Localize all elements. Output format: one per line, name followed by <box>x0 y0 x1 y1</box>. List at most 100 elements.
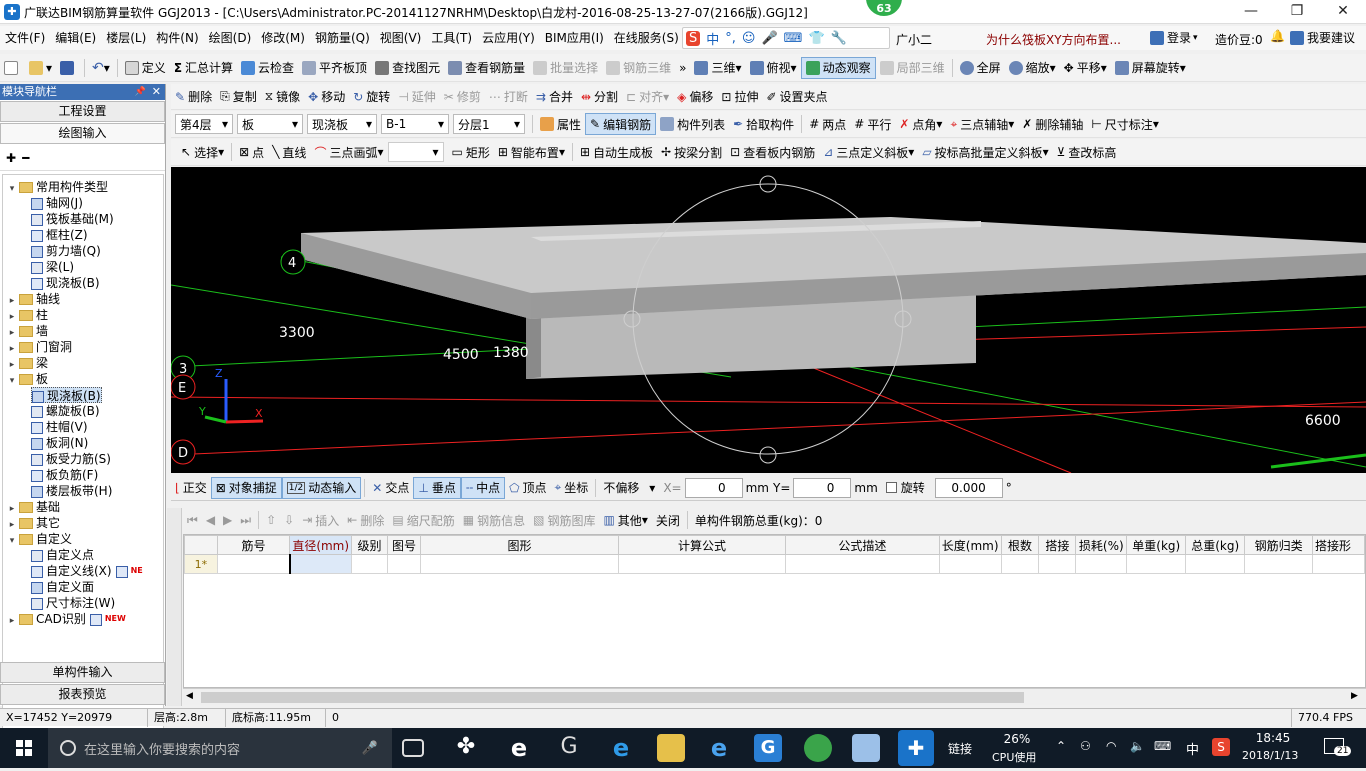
drawing-input-button[interactable]: 绘图输入 <box>0 123 165 144</box>
save-button[interactable] <box>56 57 81 79</box>
tree-item[interactable]: 尺寸标注(W) <box>31 595 115 611</box>
faq-link[interactable]: 为什么筏板XY方向布置... <box>986 31 1121 48</box>
orbit-handle-bottom[interactable] <box>759 446 777 464</box>
tree-folder[interactable]: ▸ 梁 <box>7 355 48 371</box>
last-record-icon[interactable]: ⏭ <box>236 509 255 531</box>
green-app-icon[interactable] <box>804 734 832 762</box>
delete-row-button[interactable]: ⇤ 删除 <box>343 509 388 531</box>
three-point-slope-button[interactable]: ⊿ 三点定义斜板 ▾ <box>819 141 918 163</box>
tree-item[interactable]: 现浇板(B) <box>31 275 100 291</box>
col-header-formula[interactable]: 计算公式 <box>618 535 786 555</box>
tree-folder[interactable]: ▸ 基础 <box>7 499 60 515</box>
auto-generate-slab-button[interactable]: ⊞ 自动生成板 <box>576 141 657 163</box>
stretch-button[interactable]: ⊡ 拉伸 <box>717 86 762 108</box>
batch-slope-button[interactable]: ▱ 按标高批量定义斜板 ▾ <box>918 141 1052 163</box>
col-header-length[interactable]: 长度(mm) <box>938 535 1002 555</box>
bell-icon[interactable]: 🔔 <box>1270 29 1285 43</box>
change-elevation-button[interactable]: ⊻ 查改标高 <box>1053 141 1121 163</box>
move-down-icon[interactable]: ⇩ <box>280 509 298 531</box>
select-button[interactable]: ↖ 选择 ▾ <box>177 141 228 163</box>
offset-button[interactable]: ◈ 偏移 <box>673 86 717 108</box>
file-explorer-icon[interactable] <box>657 734 685 762</box>
login-area[interactable]: 登录 ▾ <box>1150 29 1198 46</box>
glodon-app-icon[interactable]: G <box>754 734 782 762</box>
col-header-count[interactable]: 根数 <box>1000 535 1040 555</box>
cell-category[interactable] <box>1244 554 1313 574</box>
type-select[interactable]: 现浇板 ▾ <box>307 114 377 134</box>
scroll-left-icon[interactable]: ◀ <box>186 691 193 701</box>
coordinate-snap[interactable]: ⌖ 坐标 <box>551 477 593 499</box>
tree-item[interactable]: 板负筋(F) <box>31 467 98 483</box>
tree-item[interactable]: 柱帽(V) <box>31 419 88 435</box>
intersection-snap[interactable]: ✕ 交点 <box>368 477 413 499</box>
sogou-tray-icon[interactable]: S <box>1212 738 1230 756</box>
col-header-formula-desc[interactable]: 公式描述 <box>784 535 940 555</box>
menu-rebar-quantity[interactable]: 钢筋量(Q) <box>310 26 375 50</box>
properties-button[interactable]: 属性 <box>536 113 585 135</box>
menu-tools[interactable]: 工具(T) <box>426 26 477 50</box>
set-grip-button[interactable]: ✐ 设置夹点 <box>762 86 831 108</box>
tree-item[interactable]: 框柱(Z) <box>31 227 88 243</box>
rectangle-button[interactable]: ▭ 矩形 <box>448 141 494 163</box>
floor-select[interactable]: 第4层 ▾ <box>175 114 233 134</box>
3d-view-button[interactable]: 三维 ▾ <box>690 57 745 79</box>
y-input[interactable]: 0 <box>793 477 852 498</box>
fan-app-icon[interactable]: ✤ <box>452 734 480 762</box>
split-button[interactable]: ⇹ 分割 <box>577 86 622 108</box>
people-icon[interactable]: ⚇ <box>1080 739 1091 753</box>
insert-row-button[interactable]: ⇥ 插入 <box>298 509 343 531</box>
category-select[interactable]: 板 ▾ <box>237 114 303 134</box>
rebar-library-button[interactable]: ▧ 钢筋图库 <box>529 509 599 531</box>
three-point-arc-button[interactable]: ⌒ 三点画弧 ▾ <box>310 141 387 163</box>
col-header-category[interactable]: 钢筋归类 <box>1244 535 1313 555</box>
tree-folder[interactable]: ▸ 墙 <box>7 323 48 339</box>
offset-select[interactable]: 不偏移 ▾ <box>599 478 659 498</box>
top-view-button[interactable]: 俯视 ▾ <box>746 57 801 79</box>
move-button[interactable]: ✥ 移动 <box>304 86 349 108</box>
cell-count[interactable] <box>1000 554 1040 574</box>
col-header-lap[interactable]: 搭接 <box>1038 535 1077 555</box>
tree-item[interactable]: 现浇板(B) <box>31 387 102 403</box>
ime-voice-icon[interactable]: 🎤 <box>761 31 777 46</box>
link-label[interactable]: 链接 <box>948 740 972 757</box>
pin-icon[interactable]: 📌 <box>135 84 146 100</box>
rotate-button[interactable]: ↻ 旋转 <box>349 86 394 108</box>
rebar-info-button[interactable]: ▦ 钢筋信息 <box>459 509 529 531</box>
local-3d-button[interactable]: 局部三维 <box>876 57 949 79</box>
cell-formula-desc[interactable] <box>784 554 940 574</box>
expand-icon[interactable]: ▸ <box>7 613 17 629</box>
define-button[interactable]: 定义 <box>121 57 170 79</box>
cell-diameter[interactable] <box>288 554 353 574</box>
col-header-unit-weight[interactable]: 单重(kg) <box>1126 535 1187 555</box>
task-view-icon[interactable] <box>402 739 424 757</box>
find-element-button[interactable]: 查找图元 <box>371 57 444 79</box>
expand-all-icon[interactable]: ✚ <box>6 151 16 165</box>
3d-scene[interactable]: 4 3 E D 3300 4500 1380 6600 Z X Y <box>171 167 1366 473</box>
tree-folder[interactable]: ▸ CAD识别 NEW <box>7 611 126 627</box>
cell-loss[interactable] <box>1075 554 1128 574</box>
menu-edit[interactable]: 编辑(E) <box>50 26 101 50</box>
copy-button[interactable]: ⎘ 复制 <box>216 86 261 108</box>
pick-component-button[interactable]: ✒ 拾取构件 <box>729 113 798 135</box>
ime-punct[interactable]: °, <box>725 31 736 46</box>
open-button[interactable]: ▾ <box>25 57 56 79</box>
tree-item[interactable]: 板洞(N) <box>31 435 88 451</box>
merge-button[interactable]: ⇉ 合并 <box>532 86 577 108</box>
col-header-diameter[interactable]: 直径(mm) <box>289 535 353 555</box>
single-component-input-button[interactable]: 单构件输入 <box>0 662 165 683</box>
ortho-toggle[interactable]: ⌊ 正交 <box>171 477 211 499</box>
col-header-grade[interactable]: 级别 <box>351 535 388 555</box>
menu-modify[interactable]: 修改(M) <box>256 26 310 50</box>
menu-bim[interactable]: BIM应用(I) <box>540 26 609 50</box>
cloud-check-button[interactable]: 云检查 <box>237 57 298 79</box>
nav-close-icon[interactable]: ✕ <box>152 84 161 100</box>
cell-lap-form[interactable] <box>1311 554 1366 574</box>
parallel-button[interactable]: # 平行 <box>850 113 895 135</box>
tree-item[interactable]: 螺旋板(B) <box>31 403 100 419</box>
mirror-button[interactable]: ⧖ 镜像 <box>261 86 304 108</box>
prev-record-icon[interactable]: ◀ <box>202 509 219 531</box>
cell-shape[interactable] <box>419 554 620 574</box>
perpendicular-snap[interactable]: ⊥ 垂点 <box>413 476 461 499</box>
component-select[interactable]: B-1 ▾ <box>381 114 449 134</box>
sogou-icon[interactable]: S <box>686 30 701 46</box>
